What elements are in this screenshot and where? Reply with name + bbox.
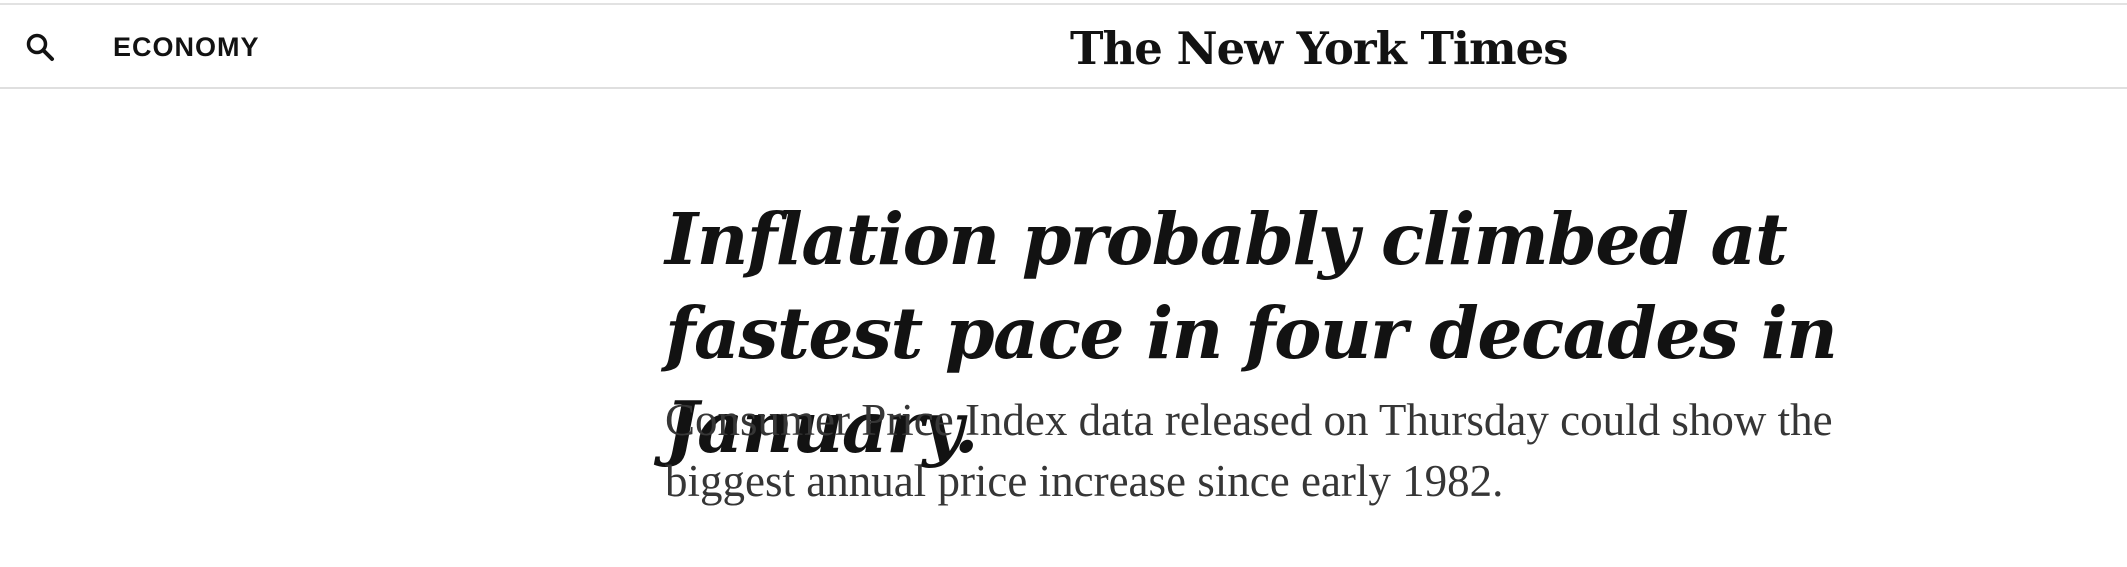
- nyt-logo[interactable]: The New York Times: [1070, 21, 1569, 77]
- search-button[interactable]: [22, 29, 58, 65]
- article-summary: Consumer Price Index data released on Th…: [665, 395, 1833, 506]
- masthead: ECONOMY The New York Times: [0, 5, 2127, 89]
- search-icon: [25, 32, 55, 62]
- section-link-economy[interactable]: ECONOMY: [113, 31, 260, 63]
